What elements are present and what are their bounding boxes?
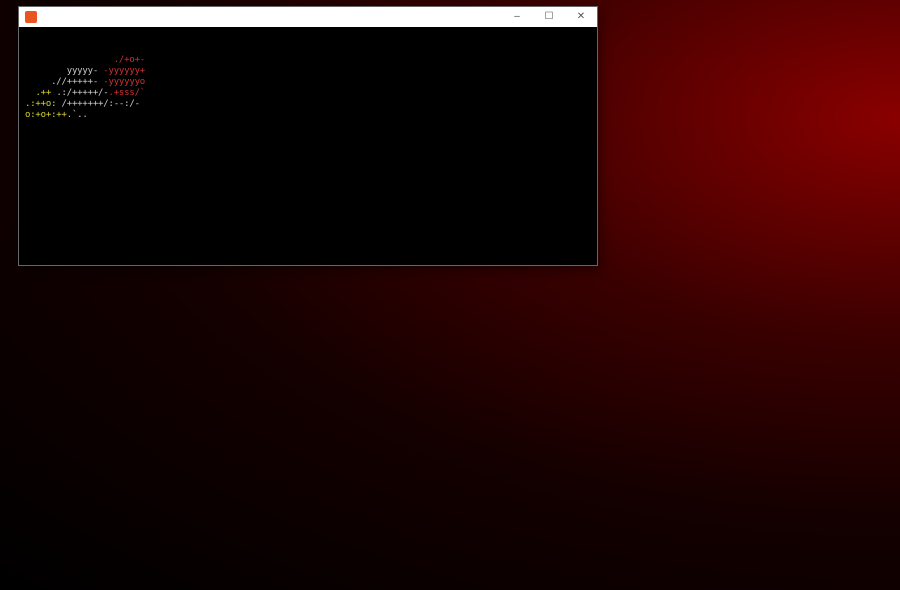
close-button[interactable]: ✕: [565, 7, 597, 27]
terminal-body-ubuntu[interactable]: ./+o+- yyyyy- -yyyyyy+ .//+++++- -yyyyyy…: [19, 27, 597, 125]
titlebar-ubuntu[interactable]: – ☐ ✕: [19, 7, 597, 27]
window-ubuntu[interactable]: – ☐ ✕ ./+o+- yyyyy- -yyyyyy+ .//+++++- -…: [18, 6, 598, 266]
ubuntu-icon: [25, 11, 37, 23]
ascii-art-ubuntu: ./+o+- yyyyy- -yyyyyy+ .//+++++- -yyyyyy…: [25, 55, 145, 121]
maximize-button[interactable]: ☐: [533, 7, 565, 27]
minimize-button[interactable]: –: [501, 7, 533, 27]
